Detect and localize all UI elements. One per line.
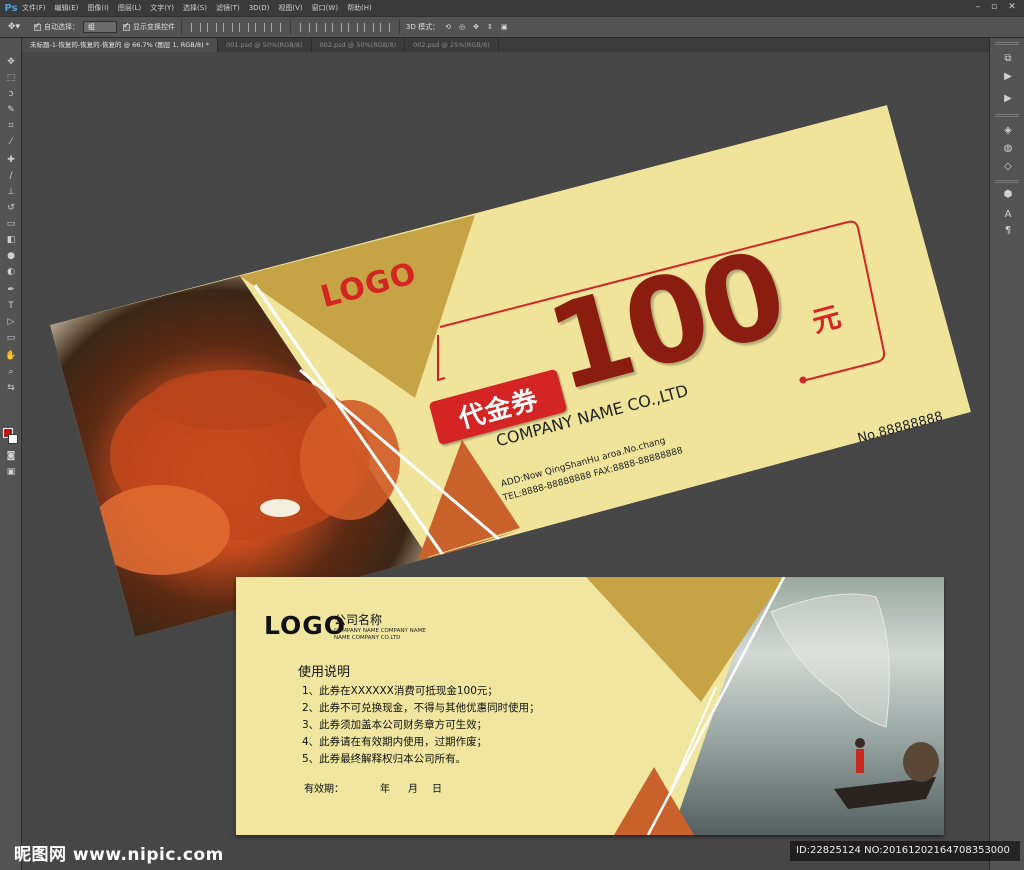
instruction-line: 3、此券须加盖本公司财务章方可生效； (302, 719, 488, 731)
crab-claw (300, 400, 400, 520)
fisherman (856, 749, 864, 773)
instruction-line: 1、此券在XXXXXX消费可抵现金100元； (302, 685, 498, 697)
instruction-line: 4、此券请在有效期内使用，过期作废； (302, 736, 488, 748)
boat-cover (903, 742, 939, 782)
crab-claw (90, 485, 230, 575)
watermark-site: 昵图网 www.nipic.com (14, 845, 224, 865)
crab-shell (150, 370, 310, 430)
crab-meat (260, 499, 300, 517)
back-company-en-2: NAME COMPANY CO.LTD (334, 635, 401, 641)
voucher-back: LOGO 公司名称 COMPANY NAME COMPANY NAME NAME… (236, 577, 944, 835)
fisherman-head (855, 738, 865, 748)
valid-month: 月 (408, 784, 418, 795)
watermark-id: ID:22825124 NO:20161202164708353000 (790, 841, 1020, 861)
red-frame-dot (799, 376, 807, 384)
valid-label: 有效期： (304, 784, 344, 795)
instruction-line: 5、此券最终解释权归本公司所有。 (302, 753, 467, 765)
instruction-line: 2、此券不可兑换现金，不得与其他优惠同时使用； (302, 702, 540, 714)
instructions-title: 使用说明 (298, 665, 351, 680)
back-company-en-1: COMPANY NAME COMPANY NAME (334, 628, 426, 634)
valid-year: 年 (380, 784, 390, 795)
valid-day: 日 (432, 784, 442, 795)
back-company-cn: 公司名称 (334, 613, 383, 627)
